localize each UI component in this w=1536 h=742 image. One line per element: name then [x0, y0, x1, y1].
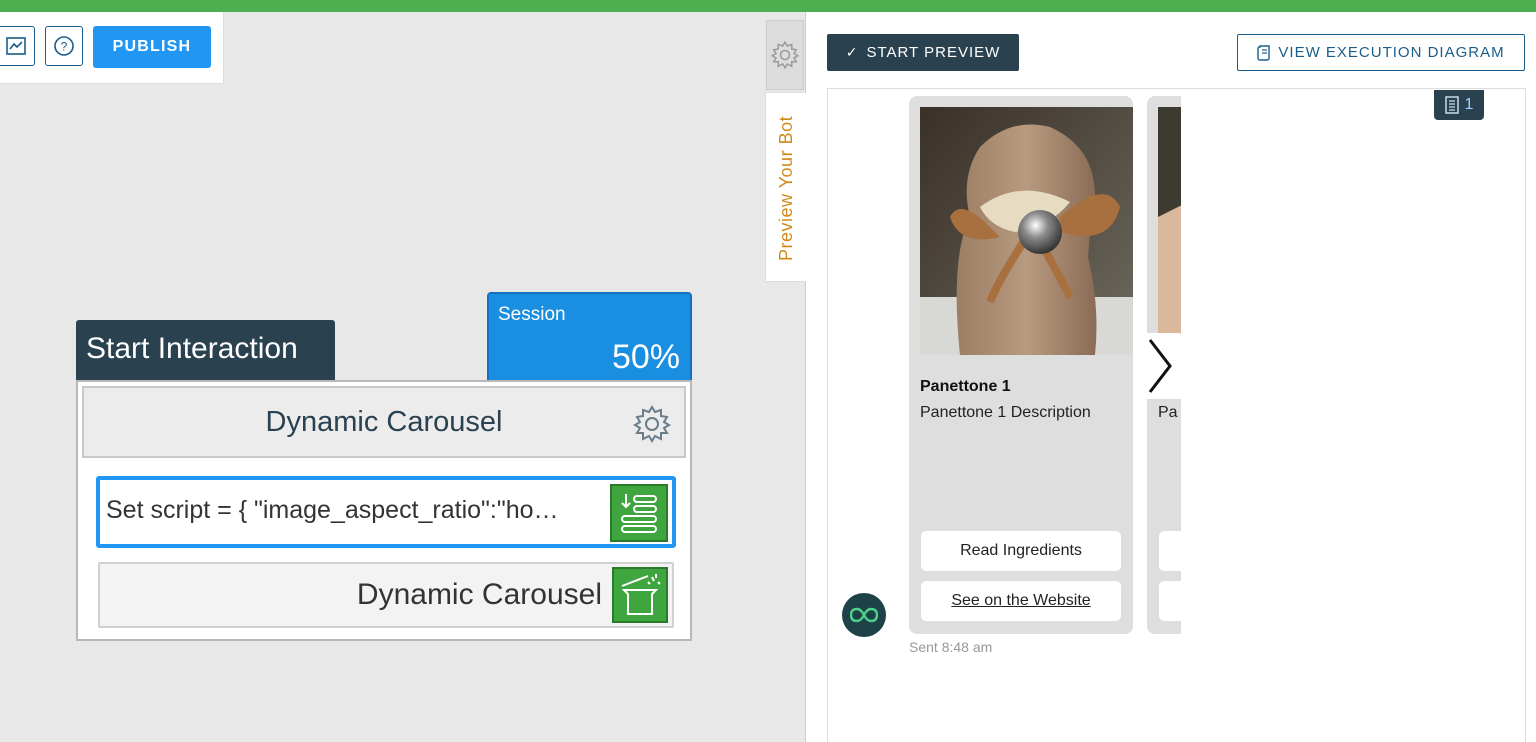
publish-button[interactable]: PUBLISH: [93, 26, 211, 68]
sent-timestamp: Sent 8:48 am: [909, 639, 993, 655]
product-image: [1158, 107, 1181, 355]
session-badge[interactable]: Session 50%: [487, 292, 692, 382]
session-percentage: 50%: [611, 338, 680, 376]
product-image: [920, 107, 1133, 355]
card-button[interactable]: [1159, 531, 1181, 571]
carousel-card: Panettone 1 Panettone 1 Description Read…: [909, 96, 1133, 634]
set-script-row[interactable]: Set script = { "image_aspect_ratio":"ho…: [96, 476, 676, 548]
preview-panel: ✓ START PREVIEW VIEW EXECUTION DIAGRAM 1: [806, 12, 1536, 742]
chevron-right-icon: [1148, 339, 1172, 393]
card-button[interactable]: [1159, 581, 1181, 621]
top-accent-bar: [0, 0, 1536, 12]
help-icon: ?: [54, 36, 74, 56]
check-icon: ✓: [845, 44, 859, 60]
bot-avatar: [842, 593, 886, 637]
gear-icon[interactable]: [632, 404, 672, 444]
card-description: Panettone 1 Description: [920, 404, 1091, 421]
script-text: Set script = { "image_aspect_ratio":"ho…: [106, 496, 559, 524]
start-preview-label: START PREVIEW: [866, 44, 1001, 61]
analytics-button[interactable]: [0, 26, 35, 66]
variable-list-icon: [621, 494, 657, 533]
infinity-logo-icon: [850, 607, 878, 623]
preview-bot-tab[interactable]: Preview Your Bot: [765, 92, 806, 282]
list-icon: [1444, 96, 1459, 114]
message-count-badge[interactable]: 1: [1434, 90, 1484, 120]
view-execution-diagram-label: VIEW EXECUTION DIAGRAM: [1278, 44, 1505, 61]
script-action-icon: [610, 484, 668, 542]
help-button[interactable]: ?: [45, 26, 83, 66]
product-image-partial: [1158, 107, 1181, 355]
carousel-action-icon: [612, 567, 668, 623]
node-header-label: Dynamic Carousel: [265, 405, 503, 438]
settings-tab[interactable]: [766, 20, 804, 90]
start-preview-button[interactable]: ✓ START PREVIEW: [827, 34, 1019, 71]
side-tabs: Preview Your Bot: [764, 12, 806, 742]
panettone-image: [920, 107, 1133, 355]
card-title: Panettone 1: [920, 378, 1011, 395]
carousel-next-button[interactable]: [1134, 333, 1184, 399]
node-header[interactable]: Dynamic Carousel: [82, 386, 686, 458]
document-icon: [1257, 44, 1271, 61]
svg-text:?: ?: [61, 40, 68, 54]
carousel-row-label: Dynamic Carousel: [356, 578, 602, 611]
card-description: Pa: [1158, 404, 1178, 421]
read-ingredients-button[interactable]: Read Ingredients: [921, 531, 1121, 571]
message-count: 1: [1464, 96, 1474, 113]
magic-hat-icon: [621, 574, 661, 615]
view-execution-diagram-button[interactable]: VIEW EXECUTION DIAGRAM: [1237, 34, 1525, 71]
session-label: Session: [498, 304, 566, 325]
interaction-node: Dynamic Carousel Set script = { "image_a…: [76, 380, 692, 641]
dynamic-carousel-row[interactable]: Dynamic Carousel: [98, 562, 674, 628]
node-title[interactable]: Start Interaction: [76, 320, 335, 382]
see-on-website-link[interactable]: See on the Website: [921, 581, 1121, 621]
chart-icon: [6, 37, 26, 55]
chat-area[interactable]: 1 Panettone 1 Panettone 1 Description Re…: [827, 88, 1526, 742]
gear-icon: [770, 40, 800, 70]
preview-tab-label: Preview Your Bot: [776, 115, 796, 261]
canvas-toolbar: ? PUBLISH: [0, 12, 224, 84]
